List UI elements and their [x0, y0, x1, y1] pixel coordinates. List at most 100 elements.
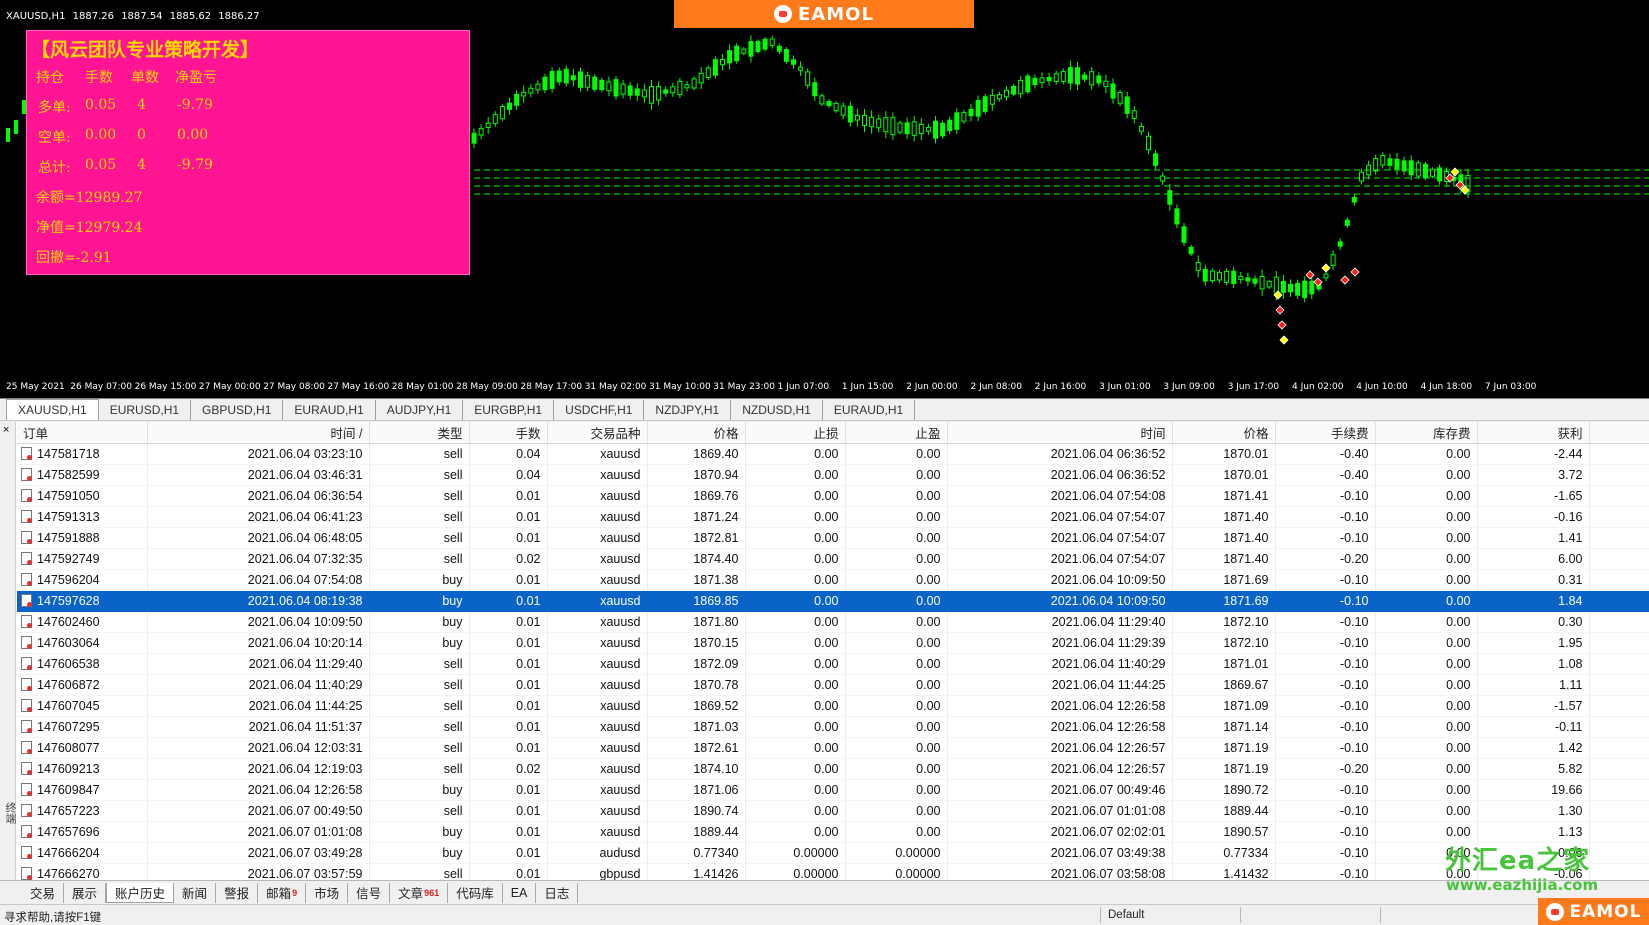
table-cell: xauusd	[547, 800, 648, 822]
column-header[interactable]: 获利	[1477, 422, 1590, 444]
table-cell: 0.00	[745, 485, 846, 507]
candle-body	[734, 45, 740, 62]
table-row[interactable]: 147591050 2021.06.04 06:36:54 sell 0.01 xauu…	[17, 485, 1649, 507]
table-row[interactable]: 147602460 2021.06.04 10:09:50 buy 0.01 xauus…	[17, 611, 1649, 633]
eamol-logo-icon	[1545, 902, 1564, 921]
column-header[interactable]: 止损	[745, 422, 846, 444]
table-row[interactable]: 147581718 2021.06.04 03:23:10 sell 0.04 xauu…	[17, 443, 1649, 465]
close-icon[interactable]: ×	[3, 424, 9, 436]
table-row[interactable]: 147657696 2021.06.07 01:01:08 buy 0.01 xauus…	[17, 821, 1649, 843]
column-header[interactable]: 价格	[647, 422, 746, 444]
column-header[interactable]: 交易品种	[547, 422, 648, 444]
symbol-tab[interactable]: EURUSD,H1	[99, 400, 192, 420]
symbol-tab[interactable]: NZDJPY,H1	[644, 400, 732, 420]
terminal-tab[interactable]: 代码库	[448, 882, 503, 903]
candle-body	[578, 71, 583, 88]
terminal-tab[interactable]: 新闻	[174, 882, 217, 903]
candle-body	[556, 70, 562, 83]
table-row[interactable]: 147608077 2021.06.04 12:03:31 sell 0.01 xauu…	[17, 737, 1649, 759]
symbol-tab[interactable]: NZDUSD,H1	[731, 400, 823, 420]
terminal-tab[interactable]: 市场	[306, 882, 349, 903]
table-row[interactable]: 147606872 2021.06.04 11:40:29 sell 0.01 xauu…	[17, 674, 1649, 696]
table-row[interactable]: 147597628 2021.06.04 08:19:38 buy 0.01 xauus…	[17, 590, 1649, 612]
column-header[interactable]: 类型	[369, 422, 470, 444]
candle-body	[1046, 76, 1052, 82]
symbol-tab[interactable]: EURAUD,H1	[283, 400, 376, 420]
time-axis-label: 28 May 01:00	[391, 382, 454, 392]
order-id: 147666270	[37, 866, 100, 881]
table-cell: 0.00	[745, 548, 846, 570]
symbol-tab[interactable]: XAUUSD,H1	[6, 399, 99, 420]
candle-body	[862, 115, 867, 126]
table-cell: 0.00	[845, 695, 948, 717]
order-cell: 147591313	[17, 506, 148, 528]
table-row[interactable]: 147592749 2021.06.04 07:32:35 sell 0.02 xauu…	[17, 548, 1649, 570]
status-profile[interactable]: Default	[1108, 909, 1144, 921]
symbol-tab[interactable]: GBPUSD,H1	[191, 400, 284, 420]
order-document-icon	[21, 803, 32, 817]
table-cell: sell	[369, 674, 470, 696]
table-cell: 0.00	[845, 611, 948, 633]
candle-body	[798, 66, 804, 71]
terminal-tab-label: EA	[510, 885, 528, 900]
terminal-tab[interactable]: 交易	[22, 882, 65, 903]
table-cell-filler	[1589, 758, 1649, 780]
table-cell: 0.01	[469, 695, 548, 717]
table-cell: 0.01	[469, 506, 548, 528]
table-row[interactable]: 147609213 2021.06.04 12:19:03 sell 0.02 xauu…	[17, 758, 1649, 780]
table-row[interactable]: 147609847 2021.06.04 12:26:58 buy 0.01 xauus…	[17, 779, 1649, 801]
column-header[interactable]: 止盈	[845, 422, 948, 444]
price-chart[interactable]: XAUUSD,H1 1887.26 1887.54 1885.62 1886.2…	[0, 0, 1649, 399]
balance-value: 余额=12989.27	[36, 190, 143, 206]
column-header[interactable]: 时间 /	[147, 422, 370, 444]
column-header[interactable]: 库存费	[1375, 422, 1478, 444]
table-row[interactable]: 147582599 2021.06.04 03:46:31 sell 0.04 xauu…	[17, 464, 1649, 486]
table-cell: 0.00	[1375, 779, 1478, 801]
candle-body	[485, 122, 491, 128]
table-row[interactable]: 147591888 2021.06.04 06:48:05 sell 0.01 xauu…	[17, 527, 1649, 549]
terminal-tab[interactable]: 展示	[64, 882, 107, 903]
terminal-tab[interactable]: 信号	[348, 882, 391, 903]
time-axis-label: 3 Jun 01:00	[1099, 382, 1151, 392]
candle-body	[1351, 196, 1357, 203]
table-cell: 2021.06.04 07:32:35	[147, 548, 370, 570]
column-header[interactable]: 时间	[947, 422, 1173, 444]
candle-body	[14, 120, 18, 134]
symbol-tab[interactable]: USDCHF,H1	[554, 400, 645, 420]
table-row[interactable]: 147591313 2021.06.04 06:41:23 sell 0.01 xauu…	[17, 506, 1649, 528]
symbol-tab[interactable]: EURGBP,H1	[463, 400, 555, 420]
time-axis: 25 May 2021 26 May 07:00 26 May 15:00 27 Ma…	[0, 380, 1649, 398]
table-row[interactable]: 147607295 2021.06.04 11:51:37 sell 0.01 xauu…	[17, 716, 1649, 738]
terminal-tab[interactable]: 账户历史	[106, 882, 175, 903]
table-row[interactable]: 147607045 2021.06.04 11:44:25 sell 0.01 xauu…	[17, 695, 1649, 717]
candle-body	[613, 79, 619, 97]
terminal-tab[interactable]: 邮箱 9	[258, 882, 307, 903]
table-row[interactable]: 147603064 2021.06.04 10:20:14 buy 0.01 xauus…	[17, 632, 1649, 654]
terminal-side-bar: × 终端	[0, 422, 16, 880]
table-cell: 0.00	[845, 821, 948, 843]
table-cell: 1.13	[1477, 821, 1590, 843]
table-row[interactable]: 147666204 2021.06.07 03:49:28 buy 0.01 audus…	[17, 842, 1649, 864]
table-row[interactable]: 147606538 2021.06.04 11:29:40 sell 0.01 xauu…	[17, 653, 1649, 675]
table-cell-filler	[1589, 527, 1649, 549]
column-header[interactable]: 价格	[1172, 422, 1276, 444]
column-header[interactable]: 订单	[17, 422, 148, 444]
terminal-tab[interactable]: EA	[503, 882, 537, 903]
terminal-tab[interactable]: 日志	[536, 882, 579, 903]
column-header[interactable]: 手续费	[1275, 422, 1376, 444]
order-cell: 147591888	[17, 527, 148, 549]
time-axis-label: 31 May 10:00	[649, 382, 711, 392]
symbol-tab[interactable]: AUDJPY,H1	[376, 400, 464, 420]
table-row[interactable]: 147596204 2021.06.04 07:54:08 buy 0.01 xauus…	[17, 569, 1649, 591]
order-id: 147608077	[37, 740, 100, 755]
order-id: 147602460	[37, 614, 100, 629]
table-cell: 2021.06.04 12:26:58	[947, 716, 1173, 738]
table-cell: -0.10	[1275, 695, 1376, 717]
terminal-tab[interactable]: 文章 961	[390, 882, 449, 903]
table-row[interactable]: 147657223 2021.06.07 00:49:50 sell 0.01 xauu…	[17, 800, 1649, 822]
short-count: 0	[137, 127, 146, 143]
symbol-tab[interactable]: EURAUD,H1	[823, 400, 916, 420]
candle-body	[507, 102, 512, 110]
terminal-tab[interactable]: 警报	[216, 882, 259, 903]
column-header[interactable]: 手数	[469, 422, 548, 444]
